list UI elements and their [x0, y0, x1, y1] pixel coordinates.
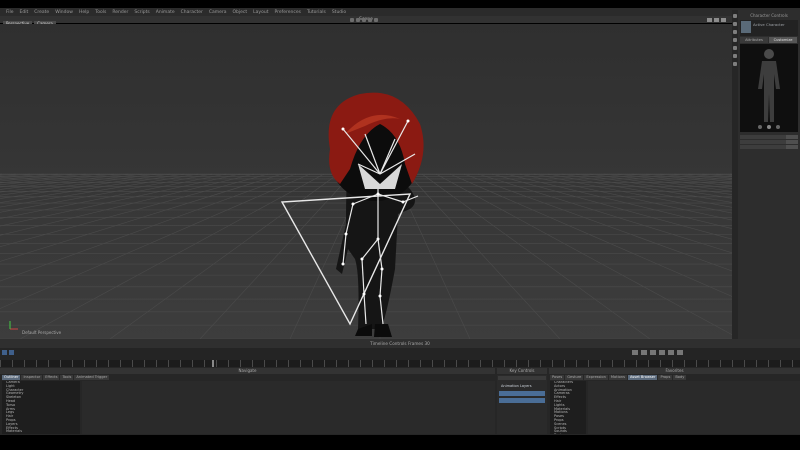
- tool-icon[interactable]: [733, 54, 737, 58]
- menu-item[interactable]: Preferences: [274, 10, 300, 15]
- attribute-row[interactable]: [740, 145, 798, 149]
- select-tool-icon[interactable]: [350, 18, 354, 22]
- tool-icon[interactable]: [733, 22, 737, 26]
- panel-tab[interactable]: Outliner: [2, 375, 21, 380]
- menu-item[interactable]: Layout: [253, 10, 268, 15]
- tab-attributes[interactable]: Attributes: [740, 37, 768, 43]
- outliner-header: Navigate: [0, 368, 495, 374]
- playhead[interactable]: [212, 360, 214, 367]
- panel-tab[interactable]: Effects: [43, 375, 60, 380]
- panel-tab[interactable]: Animated Trigger: [74, 375, 110, 380]
- key-icon[interactable]: [9, 350, 14, 355]
- maximize-icon[interactable]: [714, 18, 719, 22]
- outliner-detail: [82, 381, 495, 434]
- attribute-row[interactable]: [740, 135, 798, 139]
- menu-item[interactable]: Scripts: [134, 10, 149, 15]
- keys-panel: Animation Layers: [497, 375, 547, 434]
- panel-tab[interactable]: Motions: [608, 375, 627, 380]
- tool-icon[interactable]: [733, 62, 737, 66]
- outliner-list[interactable]: Camera Light Character Geometry Skeleton Head…: [2, 381, 80, 434]
- layout-icon[interactable]: [721, 18, 726, 22]
- character-preview[interactable]: [740, 44, 798, 132]
- panel-tab[interactable]: Props: [658, 375, 673, 380]
- minimize-icon[interactable]: [707, 18, 712, 22]
- tool-icon[interactable]: [733, 30, 737, 34]
- tool-icon[interactable]: [733, 38, 737, 42]
- character-panel-title: Character Controls: [750, 13, 788, 18]
- scale-tool-icon[interactable]: [368, 18, 372, 22]
- menu-item[interactable]: Animate: [156, 10, 175, 15]
- viewport-toolbar: [350, 18, 390, 23]
- body-silhouette-icon: [758, 49, 780, 129]
- menu-item[interactable]: Render: [112, 10, 128, 15]
- rewind-icon[interactable]: [632, 350, 638, 355]
- menu-item[interactable]: Studio: [332, 10, 346, 15]
- list-item[interactable]: Materials: [2, 430, 80, 434]
- menu-item[interactable]: Object: [233, 10, 248, 15]
- timeline-left-controls: [2, 350, 16, 357]
- keys-layer-label: Animation Layers: [501, 384, 532, 388]
- timeline-header: Timeline Controls Frames 30: [0, 339, 800, 348]
- panel-tab[interactable]: Expression: [584, 375, 608, 380]
- assets-header: Favorites: [549, 368, 800, 374]
- prev-frame-icon[interactable]: [641, 350, 647, 355]
- bottom-black-border: [0, 435, 800, 450]
- character-panel-tabs: Attributes Customize: [740, 37, 798, 43]
- menu-item[interactable]: Window: [55, 10, 73, 15]
- rotate-tool-icon[interactable]: [362, 18, 366, 22]
- tool-icon[interactable]: [733, 46, 737, 50]
- asset-tree[interactable]: Characters Actors Animation Cameras Effects H…: [550, 381, 586, 434]
- menu-item[interactable]: Tools: [95, 10, 106, 15]
- keys-header: Key Controls: [497, 368, 547, 374]
- menu-item[interactable]: Character: [181, 10, 203, 15]
- menu-bar: File Edit Create Window Help Tools Render Scrip…: [0, 8, 800, 16]
- menu-item[interactable]: Create: [34, 10, 49, 15]
- loop-icon[interactable]: [677, 350, 683, 355]
- outliner-tabs: Outliner Inspector Effects Tools Animated Tr…: [2, 375, 110, 380]
- menu-item[interactable]: Camera: [209, 10, 227, 15]
- key-icon[interactable]: [2, 350, 7, 355]
- fast-forward-icon[interactable]: [668, 350, 674, 355]
- layer-row[interactable]: [499, 390, 545, 396]
- playback-controls: [632, 350, 686, 357]
- character-name: Active Character: [753, 22, 785, 27]
- next-frame-icon[interactable]: [659, 350, 665, 355]
- layer-row[interactable]: [499, 397, 545, 403]
- menu-item[interactable]: Tutorials: [307, 10, 326, 15]
- snap-icon[interactable]: [374, 18, 378, 22]
- move-tool-icon[interactable]: [356, 18, 360, 22]
- panel-tab[interactable]: Body: [673, 375, 687, 380]
- timeline-ruler[interactable]: [0, 360, 800, 367]
- scene-render: Default Perspective: [0, 24, 732, 339]
- menu-item[interactable]: File: [6, 10, 14, 15]
- panel-tab[interactable]: Gesture: [565, 375, 584, 380]
- panel-tab[interactable]: Poses: [550, 375, 565, 380]
- menu-item[interactable]: Edit: [20, 10, 29, 15]
- menu-item[interactable]: Help: [79, 10, 89, 15]
- panel-tab[interactable]: Asset Browser: [627, 375, 658, 380]
- panel-tab[interactable]: Inspector: [21, 375, 43, 380]
- tool-icon[interactable]: [733, 14, 737, 18]
- viewport-camera-label: Default Perspective: [22, 330, 62, 335]
- character-avatar[interactable]: [741, 21, 751, 33]
- asset-content: [588, 381, 800, 434]
- assets-tabs: Poses Gesture Expression Motions Asset Brows…: [550, 375, 687, 380]
- tab-customize[interactable]: Customize: [769, 37, 797, 43]
- play-icon[interactable]: [650, 350, 656, 355]
- character-attribute-rows: [740, 135, 798, 150]
- panel-tab[interactable]: Tools: [60, 375, 74, 380]
- attribute-row[interactable]: [740, 140, 798, 144]
